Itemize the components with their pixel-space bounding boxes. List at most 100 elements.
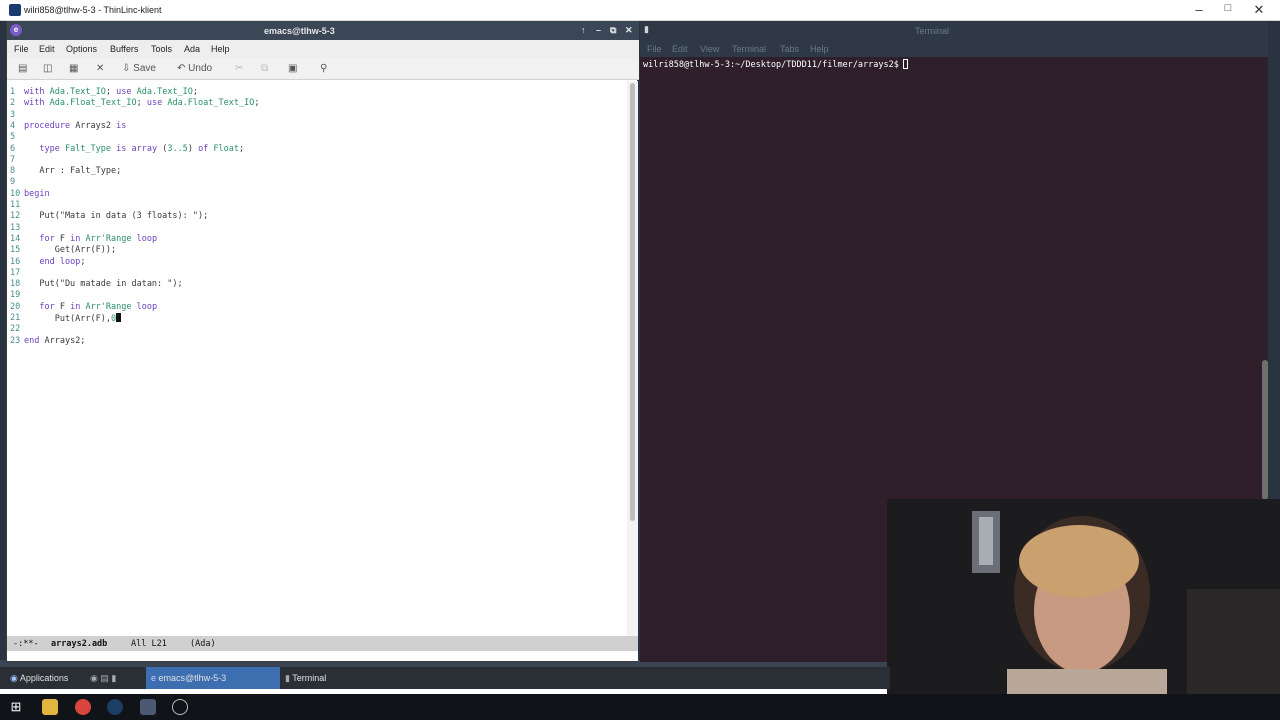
menu-ada[interactable]: Ada: [184, 44, 200, 54]
code-token: ;: [239, 143, 245, 154]
code-token: procedure: [24, 120, 76, 131]
menu-file[interactable]: File: [14, 44, 29, 54]
modeline-position: All L21: [131, 639, 167, 649]
emacs-title: emacs@tlhw-5-3: [264, 26, 335, 36]
arrow-up-icon[interactable]: ↑: [581, 25, 586, 35]
task-terminal[interactable]: ▮ Terminal: [282, 667, 412, 689]
minimize-icon[interactable]: –: [1189, 2, 1209, 17]
code-token: Float: [213, 143, 240, 154]
modeline-buffer-name: arrays2.adb: [51, 639, 108, 649]
code-text: for F in Arr'Range loop: [24, 234, 157, 245]
line-number: 18: [10, 279, 21, 290]
code-text: Put("Du matade in datan: ");: [24, 279, 182, 290]
code-token: use: [146, 98, 168, 109]
new-file-icon[interactable]: ▤: [18, 63, 27, 74]
steam-icon[interactable]: [107, 699, 123, 715]
code-token: in: [70, 233, 86, 244]
terminal-menu-tabs[interactable]: Tabs: [780, 44, 799, 54]
windows-start-icon[interactable]: ⊞: [8, 699, 24, 715]
open-directory-icon[interactable]: ▦: [69, 63, 78, 74]
search-icon[interactable]: ⚲: [320, 63, 327, 74]
terminal-prompt: wilri858@tlhw-5-3:~/Desktop/TDDD11/filme…: [643, 59, 908, 70]
line-number: 12: [10, 211, 21, 222]
thinlinc-taskbar-icon[interactable]: [140, 699, 156, 715]
line-number: 14: [10, 233, 21, 244]
code-token: Ada.Text_IO: [136, 87, 193, 97]
open-file-icon[interactable]: ◫: [43, 63, 52, 74]
minimize-icon[interactable]: –: [596, 25, 601, 35]
menu-help[interactable]: Help: [211, 44, 230, 54]
line-number: 3: [10, 109, 16, 120]
modeline-mode: (Ada): [190, 639, 216, 649]
emacs-titlebar: e emacs@tlhw-5-3 ↑ – ⧉ ✕: [7, 21, 639, 40]
emacs-modeline: -:**- arrays2.adb All L21 (Ada): [7, 636, 638, 651]
paste-icon[interactable]: ▣: [288, 63, 297, 74]
code-token: Get(Arr(F));: [24, 245, 117, 256]
code-token: ;: [105, 87, 117, 97]
terminal-cursor: [902, 59, 908, 69]
terminal-app-icon: ▮: [644, 24, 649, 34]
terminal-menu-help[interactable]: Help: [810, 44, 829, 54]
menu-buffers[interactable]: Buffers: [110, 44, 138, 54]
code-token: end loop: [39, 256, 81, 267]
editor-scrollbar[interactable]: [627, 81, 638, 641]
task-terminal-label: Terminal: [292, 673, 327, 683]
line-number: 19: [10, 290, 21, 301]
scrollbar-thumb[interactable]: [630, 83, 635, 521]
line-number: 22: [10, 324, 21, 335]
code-text: Put("Mata in data (3 floats): ");: [24, 211, 208, 222]
outer-window-titlebar: wilri858@tlhw-5-3 - ThinLinc-klient – □ …: [0, 0, 1280, 21]
terminal-menu-edit[interactable]: Edit: [672, 44, 688, 54]
modeline-status: -:**-: [13, 639, 39, 649]
undo-button[interactable]: ↶ Undo: [177, 63, 212, 74]
webcam-video: [887, 499, 1280, 696]
applications-menu[interactable]: ◉ Applications: [4, 667, 86, 689]
code-text: Put(Arr(F),0: [24, 313, 122, 325]
code-token: loop: [136, 233, 158, 244]
task-emacs[interactable]: e emacs@tlhw-5-3: [146, 667, 280, 689]
close-icon[interactable]: ✕: [625, 25, 633, 36]
files-launcher-icon[interactable]: ▤: [100, 673, 109, 683]
emacs-toolbar: ▤ ◫ ▦ ✕ ⇩ Save ↶ Undo ✂ ⧉ ▣ ⚲: [7, 58, 639, 80]
close-buffer-icon[interactable]: ✕: [96, 63, 104, 74]
maximize-icon[interactable]: ⧉: [610, 25, 616, 36]
line-number: 10: [10, 188, 21, 199]
minibuffer[interactable]: [7, 651, 638, 661]
line-number: 23: [10, 335, 21, 346]
text-cursor: [116, 313, 122, 322]
terminal-scrollbar[interactable]: [1262, 360, 1268, 500]
browser-launcher-icon[interactable]: ◉: [90, 673, 98, 683]
maximize-icon[interactable]: □: [1218, 2, 1238, 14]
menu-tools[interactable]: Tools: [151, 44, 172, 54]
code-token: for: [39, 233, 60, 244]
terminal-launcher-icon[interactable]: ▮: [111, 673, 116, 683]
code-token: loop: [136, 301, 158, 312]
code-token: end: [24, 335, 45, 346]
menu-options[interactable]: Options: [66, 44, 97, 54]
desktop-panel: ◉ Applications ◉ ▤ ▮ e emacs@tlhw-5-3 ▮ …: [0, 667, 890, 689]
save-button[interactable]: ⇩ Save: [122, 63, 156, 74]
chrome-icon[interactable]: [75, 699, 91, 715]
webcam-overlay: [887, 499, 1280, 696]
code-token: use: [116, 87, 137, 97]
terminal-menu-terminal[interactable]: Terminal: [732, 44, 766, 54]
code-text: with Ada.Float_Text_IO; use Ada.Float_Te…: [24, 98, 259, 109]
terminal-menubar: File Edit View Terminal Tabs Help: [640, 40, 1268, 57]
cut-icon[interactable]: ✂: [235, 63, 243, 74]
menu-edit[interactable]: Edit: [39, 44, 55, 54]
line-number: 17: [10, 267, 21, 278]
code-token: ;: [192, 87, 199, 97]
code-editor[interactable]: 1 with Ada.Text_IO; use Ada.Text_IO; 2 with…: [7, 81, 627, 641]
close-icon[interactable]: ✕: [1249, 2, 1269, 18]
terminal-menu-view[interactable]: View: [700, 44, 719, 54]
code-token: ): [187, 143, 199, 154]
copy-icon[interactable]: ⧉: [261, 63, 268, 74]
code-token: for: [39, 301, 60, 312]
obs-icon[interactable]: [172, 699, 188, 715]
code-text: procedure Arrays2 is: [24, 121, 126, 132]
file-explorer-icon[interactable]: [42, 699, 58, 715]
code-text: Arr : Falt_Type;: [24, 166, 121, 177]
panel-launchers: ◉ ▤ ▮: [90, 667, 145, 689]
code-token: 3..5: [167, 143, 188, 154]
terminal-menu-file[interactable]: File: [647, 44, 662, 54]
